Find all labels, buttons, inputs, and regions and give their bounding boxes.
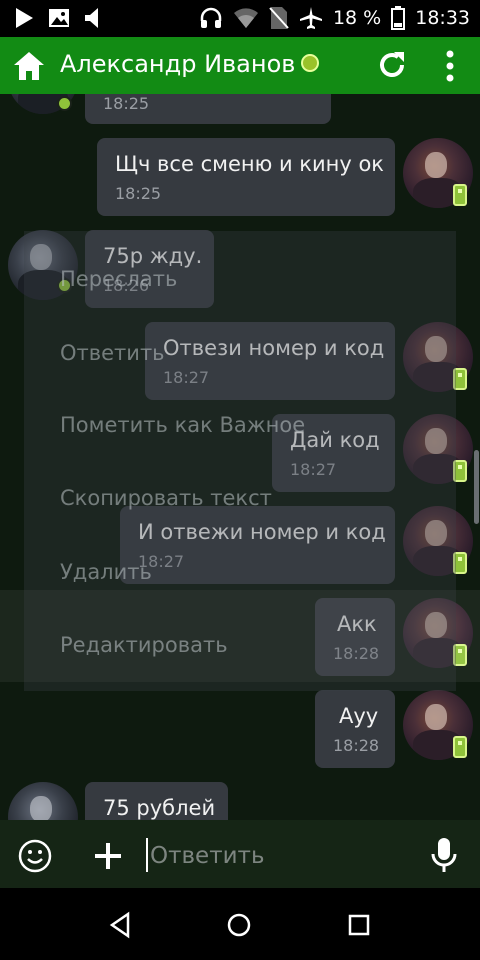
online-status-icon — [301, 54, 320, 72]
more-options-icon[interactable] — [438, 49, 462, 83]
wifi-icon — [233, 8, 258, 28]
microphone-icon[interactable] — [430, 837, 458, 875]
message-time: 18:25 — [103, 94, 150, 113]
back-icon[interactable] — [106, 910, 136, 940]
message-time: 18:25 — [115, 184, 162, 203]
menu-item-copy-text[interactable]: Скопировать текст — [60, 486, 272, 510]
online-indicator-icon — [57, 96, 72, 111]
message-text: Щч все сменю и кину ок — [115, 152, 384, 176]
battery-icon — [391, 6, 406, 30]
contact-name: Александр Иванов — [60, 50, 296, 78]
recents-square-icon[interactable] — [344, 910, 374, 940]
emoji-icon[interactable] — [18, 839, 52, 873]
message-time: 18:28 — [333, 736, 380, 755]
airplane-icon — [299, 7, 322, 29]
navigation-bar — [0, 888, 480, 960]
menu-item-edit[interactable]: Редактировать — [60, 633, 228, 657]
attach-plus-icon[interactable] — [94, 842, 122, 870]
toolbar: Александр Иванов — [0, 37, 480, 94]
message-bubble-incoming[interactable]: 75 рублей — [85, 782, 228, 820]
battery-percentage: 18 % — [332, 7, 382, 29]
home-circle-icon[interactable] — [224, 910, 254, 940]
clock: 18:33 — [415, 7, 470, 29]
message-composer — [0, 820, 480, 888]
chat-title[interactable]: Александр Иванов — [60, 50, 320, 78]
menu-item-forward[interactable]: Переслать — [60, 267, 177, 291]
menu-item-delete[interactable]: Удалить — [60, 560, 152, 584]
home-icon[interactable] — [12, 49, 46, 83]
image-icon — [49, 9, 69, 27]
status-bar: 18 % 18:33 — [0, 0, 480, 37]
play-icon — [16, 8, 33, 28]
message-input[interactable] — [150, 836, 400, 876]
no-sim-icon — [269, 7, 289, 29]
mobile-device-icon — [453, 736, 467, 758]
menu-item-mark-important[interactable]: Пометить как Важное — [60, 413, 305, 437]
mobile-device-icon — [453, 184, 467, 206]
message-bubble-incoming[interactable]: 18:25 — [85, 94, 331, 124]
text-cursor — [146, 838, 148, 872]
scrollbar[interactable] — [474, 450, 479, 524]
refresh-icon[interactable] — [376, 49, 408, 81]
volume-icon — [85, 8, 98, 28]
message-bubble-outgoing[interactable]: Ауу 18:28 — [315, 690, 395, 768]
contact-avatar[interactable] — [8, 782, 78, 820]
menu-item-reply[interactable]: Ответить — [60, 341, 165, 365]
message-text: 75 рублей — [103, 796, 216, 820]
context-menu: Переслать Ответить Пометить как Важное С… — [24, 231, 456, 691]
message-text: Ауу — [339, 704, 379, 728]
message-bubble-outgoing[interactable]: Щч все сменю и кину ок 18:25 — [97, 138, 395, 216]
headphones-icon — [200, 7, 222, 28]
